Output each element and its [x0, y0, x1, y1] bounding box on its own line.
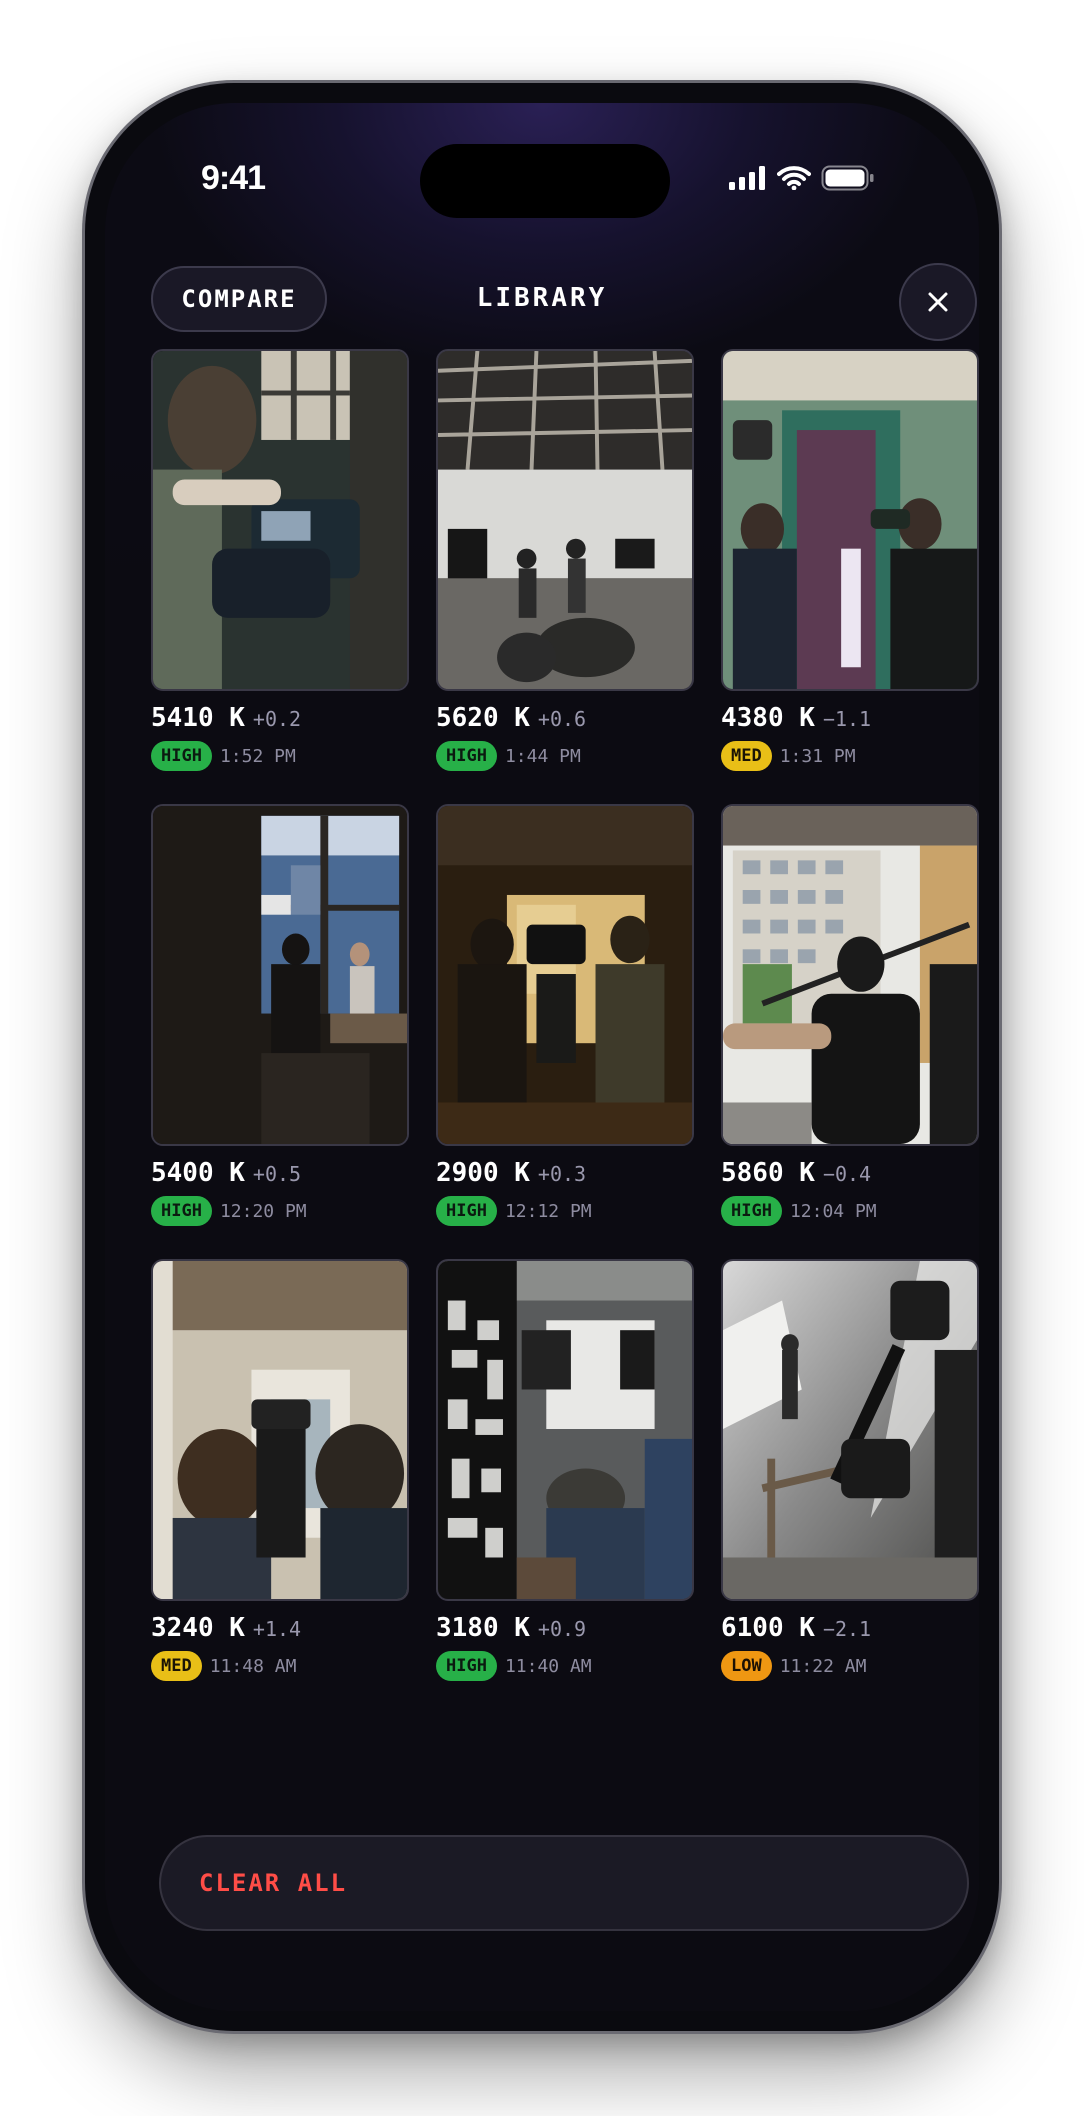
capture-time: 12:04 PM: [789, 1200, 877, 1222]
clear-all-button[interactable]: CLEAR ALL: [159, 1835, 969, 1931]
thumbnail-image[interactable]: [151, 349, 409, 691]
confidence-badge: HIGH: [436, 741, 497, 771]
confidence-badge: HIGH: [436, 1651, 497, 1681]
thumbnail-image[interactable]: [436, 349, 694, 691]
confidence-badge: HIGH: [151, 741, 212, 771]
library-card[interactable]: 3180 K +0.9 HIGH 11:40 AM: [436, 1259, 694, 1681]
kelvin-value: 5400 K: [151, 1158, 245, 1188]
tint-delta: +0.2: [252, 707, 302, 731]
library-card[interactable]: 2900 K +0.3 HIGH 12:12 PM: [436, 804, 694, 1226]
thumbnail-image[interactable]: [151, 804, 409, 1146]
capture-time: 1:31 PM: [779, 745, 856, 767]
tint-delta: +1.4: [252, 1617, 302, 1641]
kelvin-value: 6100 K: [721, 1613, 815, 1643]
capture-time: 12:20 PM: [219, 1200, 307, 1222]
capture-time: 12:12 PM: [504, 1200, 592, 1222]
kelvin-value: 3240 K: [151, 1613, 245, 1643]
kelvin-value: 5860 K: [721, 1158, 815, 1188]
library-card[interactable]: 5410 K +0.2 HIGH 1:52 PM: [151, 349, 409, 771]
wifi-icon: [777, 166, 811, 190]
tint-delta: −0.4: [822, 1162, 872, 1186]
phone-bezel: 9:41 COMPARE LIBRARY 5410 K +0.2 HIGH 1:…: [85, 83, 999, 2031]
screen: 9:41 COMPARE LIBRARY 5410 K +0.2 HIGH 1:…: [105, 103, 979, 2011]
library-card[interactable]: 4380 K −1.1 MED 1:31 PM: [721, 349, 979, 771]
close-icon: [928, 292, 948, 312]
library-card[interactable]: 3240 K +1.4 MED 11:48 AM: [151, 1259, 409, 1681]
tint-delta: −1.1: [822, 707, 872, 731]
library-card[interactable]: 5860 K −0.4 HIGH 12:04 PM: [721, 804, 979, 1226]
confidence-badge: LOW: [721, 1651, 772, 1681]
signal-icon: [729, 166, 765, 190]
confidence-badge: MED: [151, 1651, 202, 1681]
capture-time: 11:22 AM: [779, 1655, 867, 1677]
tint-delta: +0.3: [537, 1162, 587, 1186]
kelvin-value: 5410 K: [151, 703, 245, 733]
tint-delta: +0.9: [537, 1617, 587, 1641]
kelvin-value: 2900 K: [436, 1158, 530, 1188]
capture-time: 11:48 AM: [209, 1655, 297, 1677]
status-time: 9:41: [201, 159, 266, 197]
kelvin-value: 4380 K: [721, 703, 815, 733]
library-card[interactable]: 5400 K +0.5 HIGH 12:20 PM: [151, 804, 409, 1226]
thumbnail-image[interactable]: [721, 349, 979, 691]
tint-delta: +0.5: [252, 1162, 302, 1186]
dynamic-island: [420, 144, 670, 218]
capture-time: 11:40 AM: [504, 1655, 592, 1677]
tint-delta: +0.6: [537, 707, 587, 731]
battery-icon: [821, 165, 874, 191]
library-card[interactable]: 5620 K +0.6 HIGH 1:44 PM: [436, 349, 694, 771]
close-button[interactable]: [899, 263, 977, 341]
thumbnail-image[interactable]: [721, 804, 979, 1146]
confidence-badge: HIGH: [436, 1196, 497, 1226]
confidence-badge: HIGH: [721, 1196, 782, 1226]
thumbnail-image[interactable]: [436, 804, 694, 1146]
status-icons: [729, 165, 875, 191]
confidence-badge: MED: [721, 741, 772, 771]
tint-delta: −2.1: [822, 1617, 872, 1641]
confidence-badge: HIGH: [151, 1196, 212, 1226]
thumbnail-image[interactable]: [436, 1259, 694, 1601]
kelvin-value: 5620 K: [436, 703, 530, 733]
phone-frame: 9:41 COMPARE LIBRARY 5410 K +0.2 HIGH 1:…: [82, 80, 1002, 2034]
kelvin-value: 3180 K: [436, 1613, 530, 1643]
thumbnail-image[interactable]: [721, 1259, 979, 1601]
library-card[interactable]: 6100 K −2.1 LOW 11:22 AM: [721, 1259, 979, 1681]
page-title: LIBRARY: [476, 283, 608, 313]
capture-time: 1:44 PM: [504, 745, 581, 767]
thumbnail-image[interactable]: [151, 1259, 409, 1601]
capture-time: 1:52 PM: [219, 745, 296, 767]
